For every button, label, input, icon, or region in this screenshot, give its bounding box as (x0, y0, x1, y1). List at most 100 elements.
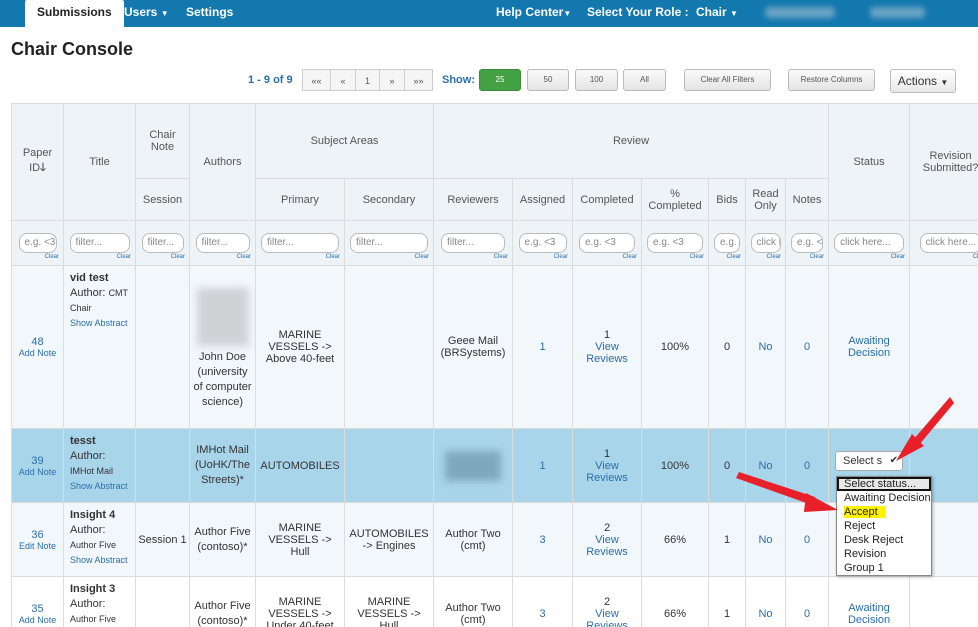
clear-link[interactable]: Clear (192, 254, 253, 260)
filter-reviewers-input[interactable]: filter... (441, 232, 505, 253)
actions-button[interactable]: Actions ▼ (890, 69, 956, 93)
clear-link[interactable]: Clear (258, 254, 342, 260)
filter-revision-input[interactable]: click here... (919, 232, 978, 253)
filter-completed-input[interactable]: e.g. <3 (579, 232, 635, 253)
status-link[interactable]: Awaiting Decision (828, 265, 911, 429)
add-note-link[interactable]: Add Note (14, 615, 61, 625)
clear-link[interactable]: Clear (14, 254, 61, 260)
col-authors[interactable]: Authors (189, 103, 256, 221)
read-only-link[interactable]: No (745, 502, 786, 577)
col-secondary[interactable]: Secondary (344, 178, 434, 221)
role-dropdown[interactable]: Chair ▼ (696, 0, 738, 27)
status-option-group-1[interactable]: Group 1 (837, 561, 931, 575)
filter-read-only-input[interactable]: click here... (750, 232, 781, 253)
col-read-only[interactable]: Read Only (745, 178, 786, 221)
clear-link[interactable]: Clear (347, 254, 431, 260)
notes-link[interactable]: 0 (784, 428, 830, 503)
filter-notes-input[interactable]: e.g. <3 (791, 232, 824, 253)
paper-id-link[interactable]: 39 (14, 455, 61, 467)
status-option-awaiting-decision[interactable]: Awaiting Decision (837, 491, 931, 505)
pager-first-button[interactable]: «« (302, 69, 331, 91)
status-option-accept[interactable]: Accept (837, 505, 931, 519)
show-50-button[interactable]: 50 (527, 69, 569, 91)
col-primary[interactable]: Primary (255, 178, 345, 221)
assigned-link[interactable]: 1 (512, 428, 573, 503)
col-chair-note[interactable]: Chair Note (135, 103, 190, 179)
tab-settings[interactable]: Settings (186, 0, 233, 27)
assigned-link[interactable]: 1 (512, 265, 573, 429)
status-option-revision[interactable]: Revision (837, 547, 931, 561)
view-reviews-link[interactable]: View Reviews (575, 341, 639, 365)
filter-authors-input[interactable]: filter... (195, 232, 250, 253)
help-center-menu[interactable]: Help Center▼ (496, 0, 571, 27)
clear-link[interactable]: Clear (831, 254, 907, 260)
filter-pct-completed-input[interactable]: e.g. <3 (647, 232, 703, 253)
filter-status-input[interactable]: click here... (834, 232, 905, 253)
clear-link[interactable]: Clear (66, 254, 133, 260)
clear-link[interactable]: Clear (788, 254, 826, 260)
paper-id-link[interactable]: 35 (14, 603, 61, 615)
col-revision-submitted[interactable]: Revision Submitted? (909, 103, 978, 221)
show-100-button[interactable]: 100 (575, 69, 618, 91)
read-only-link[interactable]: No (745, 576, 786, 627)
clear-all-filters-button[interactable]: Clear All Filters (684, 69, 771, 91)
add-note-link[interactable]: Add Note (14, 348, 61, 358)
clear-link[interactable]: Clear (748, 254, 783, 260)
view-reviews-link[interactable]: View Reviews (575, 460, 639, 484)
status-option-reject[interactable]: Reject (837, 519, 931, 533)
pager-prev-button[interactable]: « (330, 69, 356, 91)
clear-link[interactable]: Clear (515, 254, 570, 260)
filter-paper-id-input[interactable]: e.g. <3 (18, 232, 57, 253)
edit-note-link[interactable]: Edit Note (14, 541, 61, 551)
show-abstract-link[interactable]: Show Abstract (70, 318, 128, 328)
add-note-link[interactable]: Add Note (14, 467, 61, 477)
read-only-link[interactable]: No (745, 428, 786, 503)
col-title[interactable]: Title (63, 103, 136, 221)
show-abstract-link[interactable]: Show Abstract (70, 555, 128, 565)
col-paper-id[interactable]: Paper ID🡓 (11, 103, 64, 221)
notes-link[interactable]: 0 (784, 502, 830, 577)
filter-session-input[interactable]: filter... (141, 232, 184, 253)
assigned-link[interactable]: 3 (512, 502, 573, 577)
col-status[interactable]: Status (828, 103, 911, 221)
tab-submissions[interactable]: Submissions (25, 0, 124, 27)
show-25-button[interactable]: 25 (479, 69, 521, 91)
read-only-link[interactable]: No (745, 265, 786, 429)
col-bids[interactable]: Bids (708, 178, 746, 221)
filter-bids-input[interactable]: e.g. <3 (714, 232, 740, 253)
filter-secondary-input[interactable]: filter... (350, 232, 428, 253)
filter-title-input[interactable]: filter... (69, 232, 130, 253)
status-select[interactable]: Select s ✔ (835, 451, 903, 471)
pager-next-button[interactable]: » (379, 69, 405, 91)
paper-id-link[interactable]: 36 (14, 529, 61, 541)
clear-link[interactable]: Clear (575, 254, 639, 260)
restore-columns-button[interactable]: Restore Columns (788, 69, 875, 91)
notes-link[interactable]: 0 (784, 265, 830, 429)
col-session[interactable]: Session (135, 178, 190, 221)
show-all-button[interactable]: All (623, 69, 666, 91)
pager-last-button[interactable]: »» (404, 69, 433, 91)
view-reviews-link[interactable]: View Reviews (575, 608, 639, 627)
status-option-desk-reject[interactable]: Desk Reject (837, 533, 931, 547)
notes-link[interactable]: 0 (784, 576, 830, 627)
paper-id-link[interactable]: 48 (14, 336, 61, 348)
tab-users[interactable]: Users ▼ (124, 0, 169, 27)
status-link[interactable]: Awaiting Decision (828, 576, 911, 627)
view-reviews-link[interactable]: View Reviews (575, 534, 639, 558)
col-notes[interactable]: Notes (784, 178, 830, 221)
clear-link[interactable]: Clear (711, 254, 743, 260)
col-assigned[interactable]: Assigned (512, 178, 573, 221)
clear-link[interactable]: Clear (644, 254, 706, 260)
clear-link[interactable]: Clear (436, 254, 510, 260)
filter-assigned-input[interactable]: e.g. <3 (518, 232, 567, 253)
status-option-select[interactable]: Select status... (837, 477, 931, 491)
pager-current-page[interactable]: 1 (355, 69, 380, 91)
filter-primary-input[interactable]: filter... (261, 232, 339, 253)
show-abstract-link[interactable]: Show Abstract (70, 481, 128, 491)
assigned-link[interactable]: 3 (512, 576, 573, 627)
col-completed[interactable]: Completed (572, 178, 642, 221)
col-pct-completed[interactable]: % Completed (641, 178, 709, 221)
col-reviewers[interactable]: Reviewers (433, 178, 513, 221)
clear-link[interactable]: Clear (912, 254, 978, 260)
clear-link[interactable]: Clear (138, 254, 187, 260)
